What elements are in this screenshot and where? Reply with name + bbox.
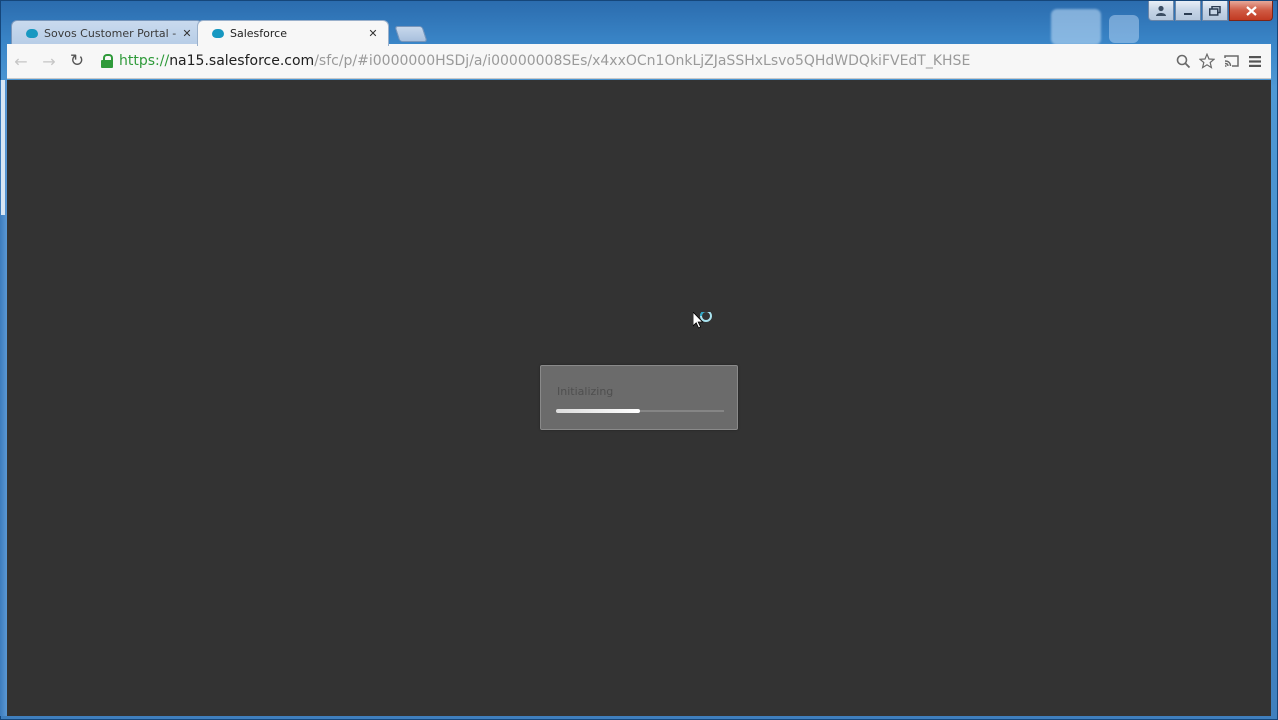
left-window-edge [0, 80, 7, 716]
frame-glow [1051, 9, 1101, 45]
page-content: Initializing [7, 80, 1271, 716]
toolbar-actions [1171, 49, 1271, 73]
cast-button[interactable] [1219, 49, 1243, 73]
close-window-button[interactable] [1229, 1, 1273, 21]
tab-strip: Sovos Customer Portal - F ✕ Salesforce ✕ [11, 20, 428, 46]
secure-lock-icon [101, 54, 113, 68]
busy-cursor-icon [693, 312, 712, 329]
restore-icon [1209, 5, 1221, 16]
salesforce-cloud-icon [26, 29, 38, 38]
back-arrow-icon: ← [14, 51, 28, 71]
frame-glow [1109, 15, 1139, 43]
cast-icon [1223, 55, 1239, 67]
reload-icon: ↻ [69, 51, 85, 71]
menu-icon [1249, 55, 1261, 67]
chrome-menu-button[interactable] [1243, 49, 1267, 73]
loading-status-text: Initializing [557, 385, 614, 398]
tab-title: Sovos Customer Portal - F [44, 27, 180, 40]
url-host: na15.salesforce.com [169, 53, 315, 69]
tab-salesforce[interactable]: Salesforce ✕ [197, 20, 389, 46]
url-path: /sfc/p/#i0000000HSDj/a/i00000008SEs/x4xx… [314, 53, 971, 69]
forward-button[interactable]: → [35, 47, 63, 75]
address-bar[interactable]: https://na15.salesforce.com/sfc/p/#i0000… [95, 47, 1167, 75]
minimize-icon [1184, 12, 1192, 15]
minimize-button[interactable] [1175, 1, 1201, 21]
forward-arrow-icon: → [42, 51, 56, 71]
bookmark-button[interactable] [1195, 49, 1219, 73]
zoom-icon [1176, 54, 1190, 68]
progress-track [556, 409, 724, 413]
salesforce-cloud-icon [212, 29, 224, 38]
user-profile-button[interactable] [1148, 1, 1174, 21]
new-tab-button[interactable] [394, 26, 428, 42]
browser-toolbar: ← → ↻ https://na15.salesforce.com/sfc/p/… [7, 44, 1271, 79]
close-icon [1245, 5, 1257, 16]
tab-close-icon[interactable]: ✕ [366, 27, 380, 40]
progress-fill [556, 409, 640, 413]
back-button[interactable]: ← [7, 47, 35, 75]
reload-button[interactable]: ↻ [63, 47, 91, 75]
tab-title: Salesforce [230, 27, 287, 40]
star-icon [1199, 53, 1215, 69]
tab-sovos-customer-portal[interactable]: Sovos Customer Portal - F ✕ [11, 20, 203, 46]
window-controls [1147, 1, 1273, 21]
loading-dialog: Initializing [540, 365, 738, 430]
tab-close-icon[interactable]: ✕ [180, 27, 194, 40]
zoom-button[interactable] [1171, 49, 1195, 73]
user-icon [1156, 5, 1166, 16]
url-scheme: https:// [119, 53, 170, 69]
maximize-button[interactable] [1202, 1, 1228, 21]
